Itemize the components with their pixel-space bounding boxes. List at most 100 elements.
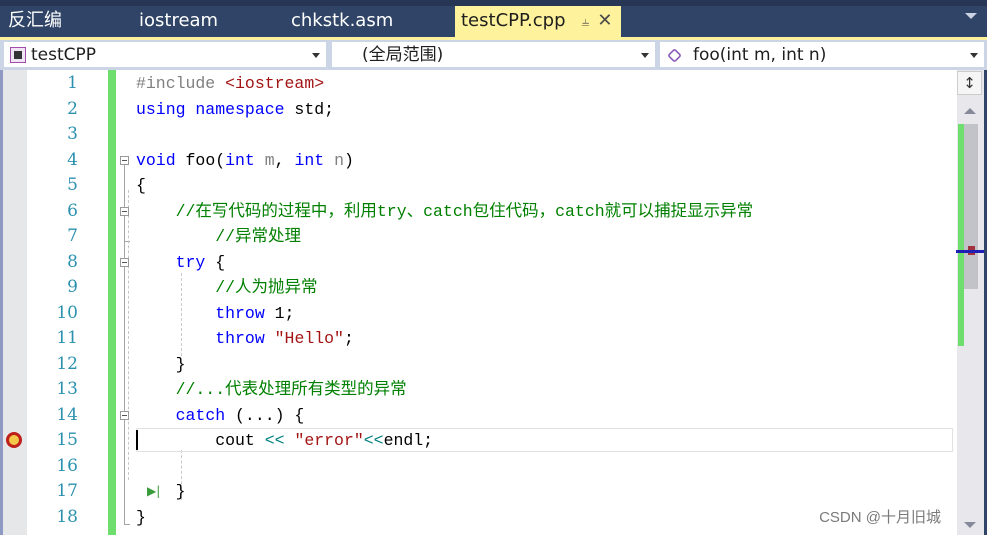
- code-line: 9 //人为抛异常: [0, 275, 957, 301]
- breakpoint-current-statement-icon[interactable]: [6, 432, 22, 448]
- tab-chkstk-asm[interactable]: chkstk.asm: [291, 6, 393, 37]
- comment: //人为抛异常: [136, 278, 318, 297]
- navigation-bar: testCPP (全局范围) foo(int m, int n): [0, 40, 987, 70]
- tab-iostream[interactable]: iostream: [139, 6, 218, 37]
- code-text: #include <iostream>: [136, 71, 324, 96]
- project-dropdown[interactable]: testCPP: [3, 41, 327, 68]
- tab-label: iostream: [139, 10, 219, 31]
- line-number: 15: [56, 430, 78, 450]
- code-line: 4 void foo(int m, int n): [0, 148, 957, 174]
- code-text: {: [136, 176, 146, 195]
- code-token: (...) {: [225, 406, 305, 425]
- scope-label: (全局范围): [362, 45, 444, 65]
- close-icon[interactable]: ✕: [597, 6, 612, 36]
- keyword: using namespace: [136, 100, 285, 119]
- string-literal: "error": [294, 431, 364, 450]
- code-token: {: [205, 253, 226, 272]
- line-number: 1: [67, 73, 78, 93]
- project-label: testCPP: [31, 45, 97, 65]
- code-text: catch (...) {: [136, 403, 305, 428]
- line-number: 8: [67, 252, 78, 272]
- preprocessor-directive: #include: [136, 74, 226, 93]
- scrollbar-caret-marker: [956, 250, 984, 253]
- current-code-line: 15 cout << "error"<<endl;: [0, 428, 957, 454]
- tab-testcpp-cpp[interactable]: testCPP.cpp ⫨ ✕: [455, 6, 621, 37]
- line-number: 17: [56, 481, 78, 501]
- collapse-toggle[interactable]: [120, 411, 129, 420]
- code-token: std;: [284, 100, 335, 119]
- code-token: foo(: [175, 151, 226, 170]
- collapse-toggle[interactable]: [120, 258, 129, 267]
- line-number: 11: [56, 328, 78, 348]
- code-text: cout << "error"<<endl;: [136, 428, 433, 453]
- line-number: 3: [67, 124, 78, 144]
- line-number: 4: [67, 150, 78, 170]
- code-line: 14 catch (...) {: [0, 403, 957, 429]
- code-editor[interactable]: 1 #include <iostream> 2 using namespace …: [0, 70, 957, 535]
- line-number: 10: [56, 303, 78, 323]
- pin-icon[interactable]: ⫨: [582, 7, 590, 37]
- vertical-scrollbar[interactable]: ↕: [956, 70, 984, 535]
- operator: <<: [264, 431, 285, 450]
- keyword: try: [175, 253, 206, 272]
- scroll-up-arrow-icon[interactable]: [964, 108, 976, 114]
- chevron-down-icon: [641, 53, 649, 58]
- scrollbar-thumb[interactable]: [964, 124, 978, 289]
- code-text: throw "Hello";: [136, 326, 354, 351]
- line-number: 2: [67, 99, 78, 119]
- line-number: 12: [56, 354, 78, 374]
- function-icon: [667, 48, 682, 63]
- chevron-down-icon: [312, 53, 320, 58]
- code-token: 1;: [264, 304, 295, 323]
- cpp-project-icon: [10, 47, 26, 63]
- parameter: n: [324, 151, 344, 170]
- code-token: ,: [274, 151, 295, 170]
- code-text: using namespace std;: [136, 97, 334, 122]
- code-text: }: [136, 508, 146, 527]
- comment: //...代表处理所有类型的异常: [136, 380, 407, 399]
- code-line: 1 #include <iostream>: [0, 71, 957, 97]
- collapse-toggle[interactable]: [120, 207, 129, 216]
- code-token: ;: [343, 329, 354, 348]
- keyword: catch: [175, 406, 226, 425]
- collapse-toggle[interactable]: [120, 156, 129, 165]
- keyword: throw: [215, 329, 265, 348]
- keyword: throw: [215, 304, 265, 323]
- code-line: 2 using namespace std;: [0, 97, 957, 123]
- comment: //异常处理: [136, 227, 302, 246]
- keyword: void: [136, 151, 176, 170]
- comment: //在写代码的过程中，利用try、catch包住代码，catch就可以捕捉显示异…: [136, 202, 754, 221]
- code-line: 6 //在写代码的过程中，利用try、catch包住代码，catch就可以捕捉显…: [0, 199, 957, 225]
- code-line: 7 //异常处理: [0, 224, 957, 250]
- code-line: 11 throw "Hello";: [0, 326, 957, 352]
- code-text: }: [136, 355, 186, 374]
- tab-label: chkstk.asm: [291, 10, 394, 31]
- code-line: 5 {: [0, 173, 957, 199]
- code-text: void foo(int m, int n): [136, 148, 354, 173]
- code-line: 8 try {: [0, 250, 957, 276]
- tab-overflow-dropdown-icon[interactable]: [965, 13, 977, 19]
- string-literal: "Hello": [274, 329, 344, 348]
- chevron-down-icon: [970, 53, 978, 58]
- scroll-down-arrow-icon[interactable]: [964, 522, 976, 528]
- code-text: }: [136, 482, 186, 501]
- include-file: <iostream>: [225, 74, 325, 93]
- document-tab-strip: 反汇编 iostream chkstk.asm testCPP.cpp ⫨ ✕: [0, 0, 987, 37]
- scope-dropdown[interactable]: (全局范围): [331, 41, 656, 68]
- line-number: 14: [56, 405, 78, 425]
- code-token: cout: [136, 431, 265, 450]
- code-token: ): [344, 151, 354, 170]
- member-label: foo(int m, int n): [693, 45, 827, 65]
- tab-disassembly[interactable]: 反汇编: [8, 6, 62, 37]
- member-dropdown[interactable]: foo(int m, int n): [659, 41, 985, 68]
- line-number: 9: [67, 277, 78, 297]
- code-line: 17 ▶| }: [0, 479, 957, 505]
- line-number: 13: [56, 379, 78, 399]
- split-icon[interactable]: ↕: [957, 71, 982, 95]
